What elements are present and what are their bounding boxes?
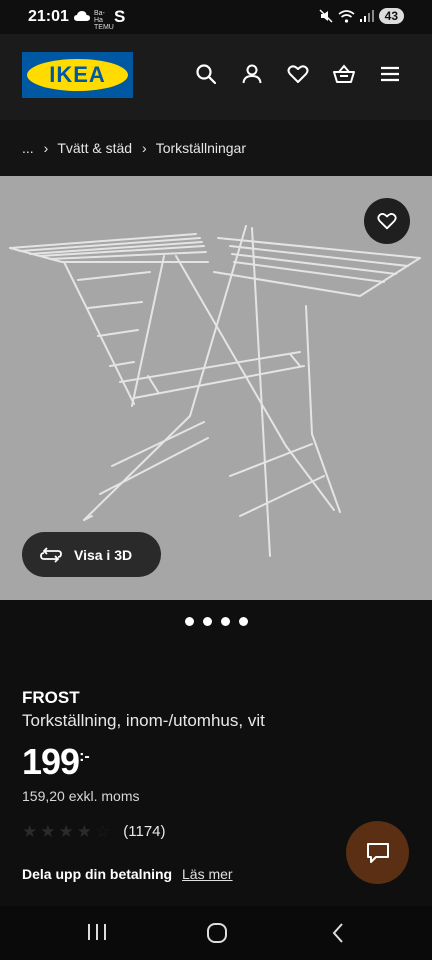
logo-text: IKEA xyxy=(49,62,106,87)
product-rating[interactable]: ★ ★ ★ ★ ☆ (1174) xyxy=(22,823,166,840)
view-in-3d-button[interactable]: Visa i 3D xyxy=(22,532,161,577)
image-carousel-dots xyxy=(0,617,432,626)
add-to-favorites-button[interactable] xyxy=(364,198,410,244)
status-time: 21:01 xyxy=(28,8,69,25)
wifi-icon xyxy=(338,9,355,23)
breadcrumb: ... › Tvätt & städ › Torkställningar xyxy=(0,120,432,176)
status-carrier: S xyxy=(114,7,126,26)
search-icon[interactable] xyxy=(194,62,218,86)
product-description: Torkställning, inom-/utomhus, vit xyxy=(22,711,265,730)
status-temu: Ba-Ha TEMU xyxy=(94,10,114,31)
carousel-dot[interactable] xyxy=(220,617,230,626)
status-bar: 21:01 Ba-Ha TEMU S 43 xyxy=(0,0,432,34)
system-navigation-bar xyxy=(0,906,432,960)
site-header: IKEA xyxy=(0,34,432,120)
price-amount: 199 xyxy=(22,741,80,782)
cloud-icon xyxy=(74,11,90,21)
product-image[interactable]: Visa i 3D xyxy=(0,176,432,600)
mute-icon xyxy=(319,9,333,23)
breadcrumb-item-torkstallningar[interactable]: Torkställningar xyxy=(156,140,246,156)
header-actions xyxy=(194,62,402,86)
star-filled-icon: ★ xyxy=(40,822,56,841)
user-icon[interactable] xyxy=(240,62,264,86)
rotate-3d-icon xyxy=(40,546,62,563)
ikea-logo[interactable]: IKEA xyxy=(22,52,133,98)
heart-icon xyxy=(377,213,397,230)
recent-apps-icon[interactable] xyxy=(86,922,108,942)
basket-icon[interactable] xyxy=(332,62,356,86)
logo-oval: IKEA xyxy=(27,59,128,91)
status-icons: 43 xyxy=(319,8,404,24)
product-price: 199:- xyxy=(22,741,90,783)
star-filled-icon: ★ xyxy=(76,822,92,841)
heart-icon[interactable] xyxy=(286,62,310,86)
star-filled-icon: ★ xyxy=(58,822,74,841)
chat-button[interactable] xyxy=(346,821,409,884)
home-icon[interactable] xyxy=(206,922,228,944)
breadcrumb-ellipsis[interactable]: ... xyxy=(22,140,34,156)
view-in-3d-label: Visa i 3D xyxy=(74,546,133,563)
read-more-link[interactable]: Läs mer xyxy=(182,866,233,882)
carousel-dot[interactable] xyxy=(184,617,194,626)
breadcrumb-item-tvatt[interactable]: Tvätt & städ xyxy=(57,140,132,156)
chevron-right-icon: › xyxy=(142,140,147,156)
payment-info: Dela upp din betalning Läs mer xyxy=(22,866,233,882)
carousel-dot[interactable] xyxy=(238,617,248,626)
star-filled-icon: ★ xyxy=(22,822,38,841)
back-icon[interactable] xyxy=(330,922,346,944)
payment-title: Dela upp din betalning xyxy=(22,866,173,882)
product-name: FROST xyxy=(22,688,80,707)
chevron-right-icon: › xyxy=(43,140,49,156)
star-empty-icon: ☆ xyxy=(95,822,111,841)
price-excl-vat: 159,20 exkl. moms xyxy=(22,788,140,804)
battery-indicator: 43 xyxy=(378,8,404,24)
menu-icon[interactable] xyxy=(378,62,402,86)
price-suffix: :- xyxy=(79,748,90,765)
review-count[interactable]: (1174) xyxy=(123,823,165,840)
chat-icon xyxy=(366,842,389,863)
carousel-dot[interactable] xyxy=(202,617,212,626)
signal-icon xyxy=(359,10,374,22)
